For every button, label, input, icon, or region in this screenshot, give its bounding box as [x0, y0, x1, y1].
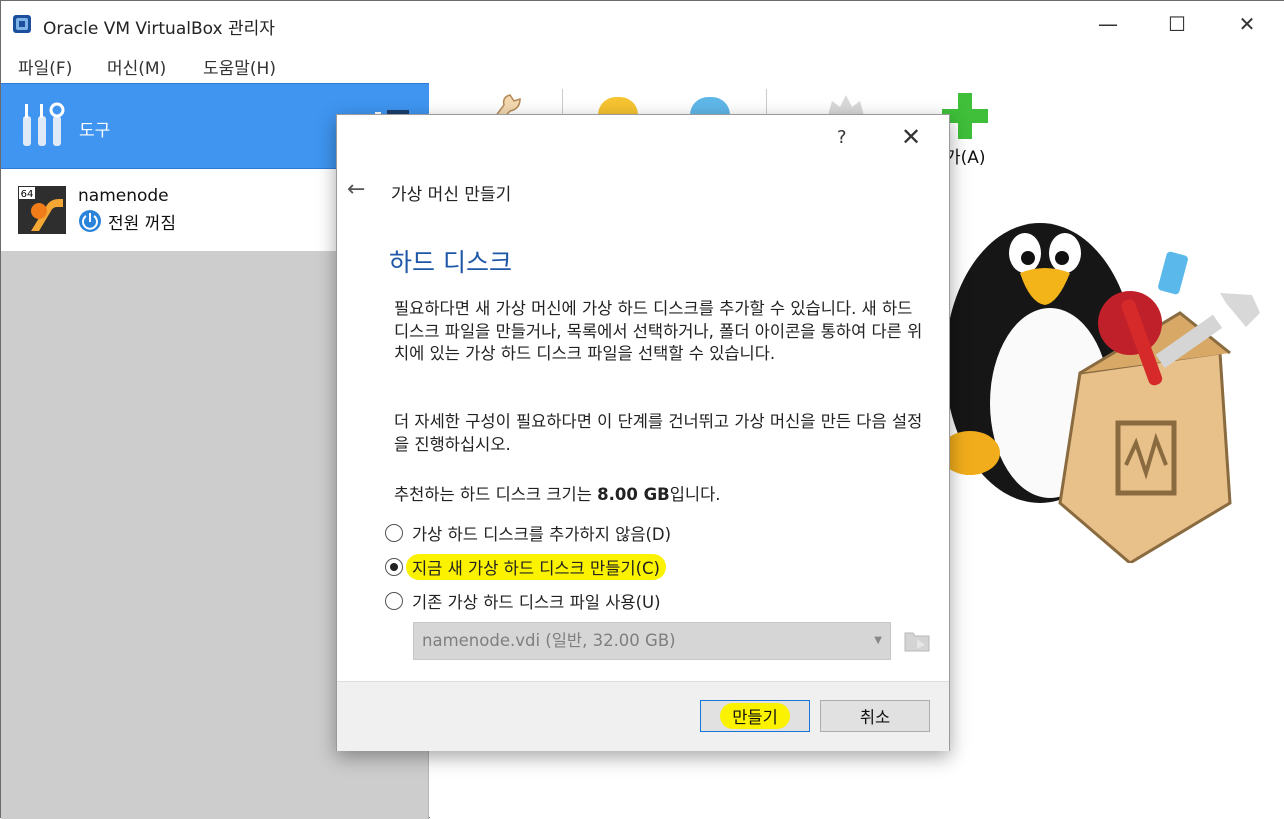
radio-no-disk[interactable] — [385, 524, 403, 542]
existing-disk-select: namenode.vdi (일반, 32.00 GB) ▼ — [413, 622, 891, 660]
menu-bar: 파일(F) 머신(M) 도움말(H) — [1, 47, 1284, 83]
radio-create-disk[interactable] — [385, 558, 403, 576]
option-no-disk-label: 가상 하드 디스크를 추가하지 않음(D) — [412, 525, 672, 544]
virtualbox-app-icon — [13, 15, 31, 33]
dialog-heading: 가상 머신 만들기 — [391, 185, 512, 205]
add-button-label[interactable]: 가(A) — [945, 143, 986, 168]
virtualbox-manager-window: Oracle VM VirtualBox 관리자 — ☐ ✕ 파일(F) 머신(… — [0, 0, 1284, 819]
advanced-note-paragraph: 더 자세한 구성이 필요하다면 이 단계를 건너뛰고 가상 머신을 만든 다음 … — [394, 412, 923, 454]
create-button-label: 만들기 — [720, 703, 790, 729]
menu-machine[interactable]: 머신(M) — [107, 54, 166, 79]
option-create-disk[interactable]: 지금 새 가상 하드 디스크 만들기(C) — [385, 554, 666, 580]
recommended-size-text: 추천하는 하드 디스크 크기는 8.00 GB입니다. — [394, 481, 721, 505]
power-off-icon — [79, 210, 101, 232]
vm-name: namenode — [78, 186, 169, 206]
close-window-button[interactable]: ✕ — [1212, 1, 1282, 47]
chevron-down-icon: ▼ — [874, 635, 882, 646]
tools-icon — [23, 102, 65, 146]
vm-os-icon: 64 — [18, 186, 66, 234]
radio-existing-disk[interactable] — [385, 592, 403, 610]
description-paragraph: 필요하다면 새 가상 머신에 가상 하드 디스크를 추가할 수 있습니다. 새 … — [394, 299, 923, 363]
cancel-button[interactable]: 취소 — [820, 700, 930, 732]
dialog-footer: 만들기 취소 — [337, 681, 949, 751]
recommend-suffix: 입니다. — [669, 485, 721, 504]
create-button[interactable]: 만들기 — [700, 700, 810, 732]
option-existing-disk[interactable]: 기존 가상 하드 디스크 파일 사용(U) — [385, 588, 661, 614]
option-existing-disk-label: 기존 가상 하드 디스크 파일 사용(U) — [412, 593, 661, 612]
window-title: Oracle VM VirtualBox 관리자 — [43, 19, 275, 39]
create-vm-dialog: ? ✕ ← 가상 머신 만들기 하드 디스크 필요하다면 새 가상 머신에 가상… — [336, 114, 950, 751]
existing-disk-value: namenode.vdi (일반, 32.00 GB) — [422, 631, 676, 650]
folder-icon — [904, 632, 930, 652]
maximize-button[interactable]: ☐ — [1142, 1, 1212, 47]
menu-file[interactable]: 파일(F) — [18, 54, 72, 79]
tools-label: 도구 — [79, 121, 111, 141]
dialog-close-button[interactable]: ✕ — [901, 123, 921, 151]
back-button[interactable]: ← — [347, 177, 365, 202]
recommend-prefix: 추천하는 하드 디스크 크기는 — [394, 485, 598, 504]
title-bar: Oracle VM VirtualBox 관리자 — ☐ ✕ — [1, 1, 1284, 47]
tools-illustration-image — [940, 223, 1260, 563]
option-create-disk-label: 지금 새 가상 하드 디스크 만들기(C) — [406, 554, 666, 580]
option-no-disk[interactable]: 가상 하드 디스크를 추가하지 않음(D) — [385, 520, 671, 546]
recommend-size: 8.00 GB — [597, 485, 670, 504]
menu-help[interactable]: 도움말(H) — [203, 54, 276, 79]
vm-arch-badge: 64 — [21, 189, 34, 200]
help-button[interactable]: ? — [837, 127, 847, 148]
vm-status: 전원 꺼짐 — [108, 214, 176, 234]
section-title: 하드 디스크 — [389, 248, 512, 277]
minimize-button[interactable]: — — [1073, 1, 1143, 47]
